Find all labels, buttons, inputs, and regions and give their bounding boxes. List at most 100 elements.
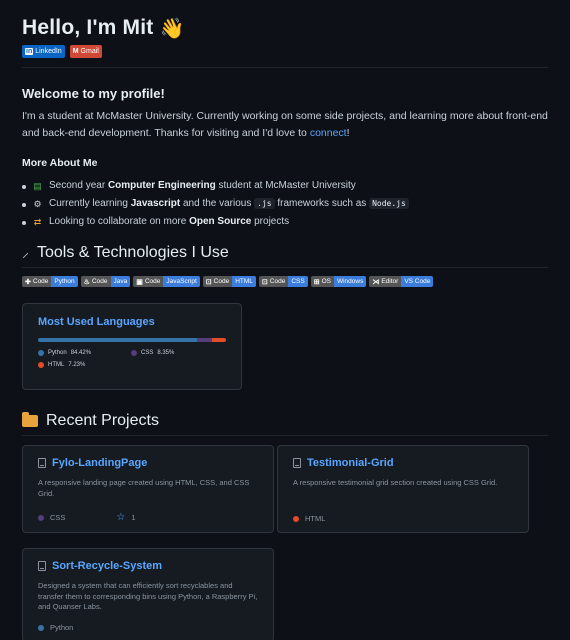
css-bar-segment (196, 338, 213, 342)
intro-end: ! (346, 127, 350, 139)
item-text: Looking to collaborate on more (49, 216, 190, 227)
languages-card-title: Most Used Languages (38, 316, 155, 328)
badge-left: OS (321, 278, 331, 285)
projects-grid: Fylo-LandingPage A responsive landing pa… (22, 445, 548, 640)
java-badge[interactable]: ♨ Code Java (80, 276, 131, 287)
vscode-icon: ⋊ (372, 278, 380, 286)
javascript-icon: ▣ (136, 278, 143, 286)
language-dot (293, 515, 299, 522)
about-list: ▤ Second year Computer Engineering stude… (22, 177, 548, 231)
language-dot (38, 514, 44, 521)
javascript-badge[interactable]: ▣ Code JavaScript (133, 276, 200, 287)
item-text: Second year (49, 180, 108, 191)
repo-icon (293, 458, 301, 468)
inline-code: Node.js (369, 198, 409, 209)
star-count: 1 (131, 513, 136, 522)
badge-right: CSS (288, 276, 308, 287)
badge-left: Code (144, 278, 161, 285)
project-meta: HTML (293, 514, 325, 523)
project-description: A responsive landing page created using … (38, 478, 250, 498)
python-badge[interactable]: ✚ Code Python (22, 276, 78, 287)
item-text: frameworks such as (274, 198, 370, 209)
intro-text: I'm a student at McMaster University. Cu… (22, 110, 548, 139)
books-icon: ▤ (33, 181, 42, 191)
project-name[interactable]: Fylo-LandingPage (52, 457, 147, 469)
gmail-badge[interactable]: M Gmail (69, 45, 102, 58)
project-language: CSS (50, 513, 66, 522)
gear-icon: ⚙ (33, 199, 42, 209)
item-text: Currently learning (49, 198, 131, 209)
lang-percent: 84.42% (70, 350, 92, 356)
divider (22, 67, 548, 68)
welcome-heading: Welcome to my profile! (22, 86, 165, 101)
badge-left: Code (269, 278, 286, 285)
item-text: student at McMaster University (215, 180, 356, 191)
languages-legend: Python 84.42% CSS 8.35% HTML 7.23% (38, 350, 226, 368)
html-bar-segment (212, 338, 226, 342)
project-card[interactable]: Fylo-LandingPage A responsive landing pa… (22, 445, 274, 533)
python-bar-segment (38, 338, 197, 342)
divider (22, 435, 548, 436)
repo-icon (38, 561, 46, 571)
projects-heading: Recent Projects (22, 412, 548, 430)
tools-heading-text: Tools & Technologies I Use (37, 243, 229, 261)
badge-right: VS Code (401, 276, 434, 287)
connect-link[interactable]: connect (310, 127, 347, 139)
intro-paragraph: I'm a student at McMaster University. Cu… (22, 108, 548, 142)
item-bold: Open Source (189, 216, 252, 227)
html-badge[interactable]: ⊡ Code HTML (202, 276, 256, 287)
list-item: ⚙ Currently learning Javascript and the … (22, 195, 548, 213)
project-name[interactable]: Sort-Recycle-System (52, 560, 162, 572)
more-about-heading: More About Me (22, 157, 98, 169)
lang-name: HTML (48, 362, 65, 368)
project-card[interactable]: Sort-Recycle-System Designed a system th… (22, 548, 274, 640)
wrench-icon: ⸝ (22, 244, 29, 260)
project-name[interactable]: Testimonial-Grid (307, 457, 394, 469)
inline-code: .js (254, 198, 275, 209)
badge-right: HTML (232, 276, 256, 287)
css-badge[interactable]: ⊡ Code CSS (258, 276, 308, 287)
windows-badge[interactable]: ⊞ OS Windows (310, 276, 367, 287)
badge-left: Code (91, 278, 108, 285)
project-language: HTML (305, 514, 326, 523)
css-icon: ⊡ (261, 278, 268, 286)
waving-hand-icon: 👋 (159, 17, 185, 40)
badge-left: Editor (381, 278, 399, 285)
item-text: and the various (180, 198, 255, 209)
vscode-badge[interactable]: ⋊ Editor VS Code (369, 276, 434, 287)
legend-python: Python 84.42% (38, 350, 131, 356)
item-bold: Computer Engineering (107, 180, 216, 191)
html-dot (38, 362, 44, 368)
windows-icon: ⊞ (313, 278, 320, 286)
gmail-label: Gmail (80, 48, 99, 55)
profile-readme: Hello, I'm Mit 👋 in LinkedIn M Gmail Welco… (0, 0, 570, 640)
gmail-icon: M (72, 48, 79, 55)
projects-heading-text: Recent Projects (46, 412, 159, 429)
most-used-languages-card[interactable]: Most Used Languages Python 84.42% CSS 8.35… (22, 303, 242, 390)
repo-icon (38, 458, 46, 468)
project-description: A responsive testimonial grid section cr… (293, 478, 498, 487)
python-icon: ✚ (25, 278, 31, 286)
css-dot (131, 350, 137, 356)
languages-bar (38, 338, 226, 342)
item-bold: Javascript (130, 198, 181, 209)
project-description: Designed a system that can efficiently s… (38, 581, 258, 611)
java-icon: ♨ (83, 278, 90, 286)
legend-html: HTML 7.23% (38, 362, 131, 368)
badge-right: Python (51, 276, 78, 287)
folder-icon (22, 412, 38, 427)
python-dot (38, 350, 44, 356)
tech-badges: ✚ Code Python ♨ Code Java ▣ Code JavaScript ⊡ C… (22, 276, 548, 287)
list-item: ⇄ Looking to collaborate on more Open So… (22, 213, 548, 231)
language-dot (38, 624, 44, 631)
linkedin-badge[interactable]: in LinkedIn (22, 45, 65, 58)
tools-heading: ⸝ Tools & Technologies I Use (22, 243, 548, 262)
social-badges: in LinkedIn M Gmail (22, 45, 548, 58)
collaborate-icon: ⇄ (33, 217, 42, 227)
lang-percent: 7.23% (68, 362, 86, 368)
project-card[interactable]: Testimonial-Grid A responsive testimonia… (277, 445, 529, 533)
badge-right: Windows (333, 276, 367, 287)
item-text: projects (251, 216, 290, 227)
badge-right: Java (110, 276, 131, 287)
divider (22, 267, 548, 268)
